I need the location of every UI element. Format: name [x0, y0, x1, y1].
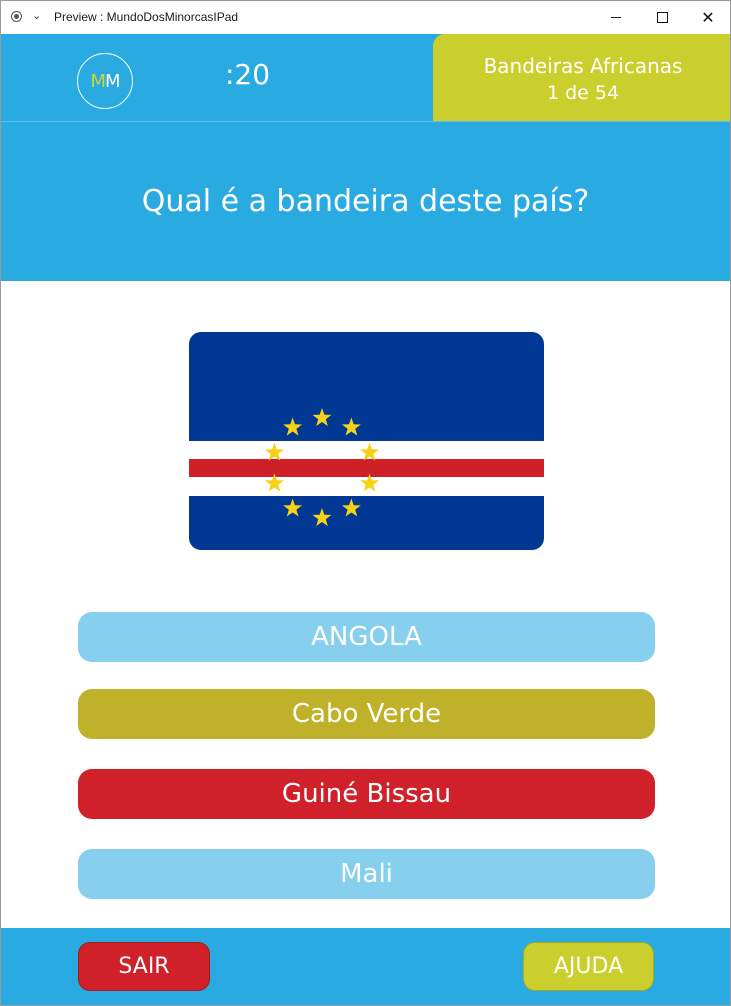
- close-button[interactable]: ✕: [685, 1, 730, 34]
- chevron-down-icon[interactable]: ⌄: [32, 9, 41, 22]
- question-progress: 1 de 54: [546, 82, 620, 104]
- answer-option-2[interactable]: Cabo Verde: [78, 689, 655, 739]
- help-button[interactable]: AJUDA: [523, 942, 654, 991]
- app-logo: MM: [77, 53, 133, 109]
- minimize-icon: [611, 17, 621, 18]
- header-divider: [1, 121, 730, 122]
- answer-option-4[interactable]: Mali: [78, 849, 655, 899]
- close-icon: ✕: [701, 7, 715, 27]
- quiz-topic-title: Bandeiras Africanas: [483, 54, 683, 78]
- app-window: ⌄ Preview : MundoDosMinorcasIPad ✕ MM :2…: [0, 0, 731, 1006]
- title-bar: ⌄ Preview : MundoDosMinorcasIPad ✕: [1, 1, 730, 34]
- logo-letter-2: M: [105, 70, 121, 92]
- logo-letter-1: M: [90, 70, 106, 92]
- quiz-header: MM :20 Bandeiras Africanas 1 de 54 Qual …: [1, 34, 730, 281]
- maximize-button[interactable]: [639, 1, 685, 34]
- window-title: Preview : MundoDosMinorcasIPad: [54, 10, 239, 24]
- answer-option-1[interactable]: ANGOLA: [78, 612, 655, 662]
- minimize-button[interactable]: [593, 1, 639, 34]
- maximize-icon: [656, 12, 668, 23]
- app-icon: [11, 11, 22, 22]
- cape-verde-flag-icon: [189, 332, 544, 550]
- question-text: Qual é a bandeira deste país?: [141, 184, 590, 219]
- quiz-footer: SAIR AJUDA: [1, 928, 730, 1005]
- exit-button[interactable]: SAIR: [78, 942, 210, 991]
- quiz-topic-panel: Bandeiras Africanas 1 de 54: [433, 34, 730, 121]
- countdown-timer: :20: [225, 58, 271, 91]
- answer-option-3[interactable]: Guiné Bissau: [78, 769, 655, 819]
- flag-stripe-red: [189, 459, 544, 477]
